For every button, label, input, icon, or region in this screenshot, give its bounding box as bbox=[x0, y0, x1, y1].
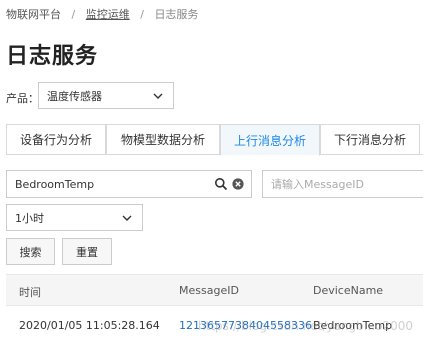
tab-label: 上行消息分析 bbox=[233, 133, 306, 148]
page-title: 日志服务 bbox=[6, 44, 99, 69]
breadcrumb-item-current: 日志服务 bbox=[154, 8, 199, 21]
message-id-placeholder: 请输入MessageID bbox=[271, 178, 364, 191]
column-header-device-name: DeviceName bbox=[313, 284, 384, 297]
chevron-down-icon bbox=[153, 93, 163, 99]
tab-downstream-messages[interactable]: 下行消息分析 bbox=[320, 124, 420, 155]
product-select[interactable]: 温度传感器 bbox=[38, 82, 174, 109]
reset-button-label: 重置 bbox=[76, 245, 98, 259]
clear-icon[interactable] bbox=[232, 178, 244, 190]
product-label: 产品： bbox=[6, 92, 39, 105]
column-header-time: 时间 bbox=[19, 286, 41, 299]
search-button[interactable]: 搜索 bbox=[6, 238, 55, 265]
breadcrumb: 物联网平台 / 监控运维 / 日志服务 bbox=[6, 6, 198, 22]
table-header: 时间 MessageID DeviceName bbox=[6, 274, 423, 306]
tab-thing-model-data[interactable]: 物模型数据分析 bbox=[106, 124, 220, 155]
breadcrumb-item-iot-platform[interactable]: 物联网平台 bbox=[6, 8, 61, 21]
time-range-value: 1小时 bbox=[15, 211, 44, 225]
watermark: https://blog.csdn.net/yangb...o2000 bbox=[198, 319, 413, 333]
tab-upstream-messages[interactable]: 上行消息分析 bbox=[220, 124, 320, 156]
time-range-select[interactable]: 1小时 bbox=[6, 204, 143, 231]
product-select-value: 温度传感器 bbox=[47, 89, 102, 103]
column-header-message-id: MessageID bbox=[179, 284, 239, 297]
tab-label: 下行消息分析 bbox=[333, 133, 406, 147]
tab-label: 物模型数据分析 bbox=[120, 133, 205, 147]
reset-button[interactable]: 重置 bbox=[62, 238, 112, 265]
tab-device-behavior[interactable]: 设备行为分析 bbox=[6, 124, 106, 155]
cell-time: 2020/01/05 11:05:28.164 bbox=[19, 319, 160, 332]
search-icon[interactable] bbox=[214, 177, 228, 191]
breadcrumb-item-monitoring[interactable]: 监控运维 bbox=[86, 8, 130, 21]
chevron-down-icon bbox=[122, 215, 132, 221]
tab-bar: 设备行为分析 物模型数据分析 上行消息分析 下行消息分析 bbox=[6, 124, 423, 156]
search-button-label: 搜索 bbox=[19, 245, 42, 259]
breadcrumb-separator: / bbox=[140, 8, 144, 21]
tab-label: 设备行为分析 bbox=[19, 133, 92, 147]
device-name-value: BedroomTemp bbox=[15, 177, 95, 191]
message-id-input[interactable]: 请输入MessageID bbox=[262, 170, 423, 198]
breadcrumb-separator: / bbox=[71, 8, 76, 21]
